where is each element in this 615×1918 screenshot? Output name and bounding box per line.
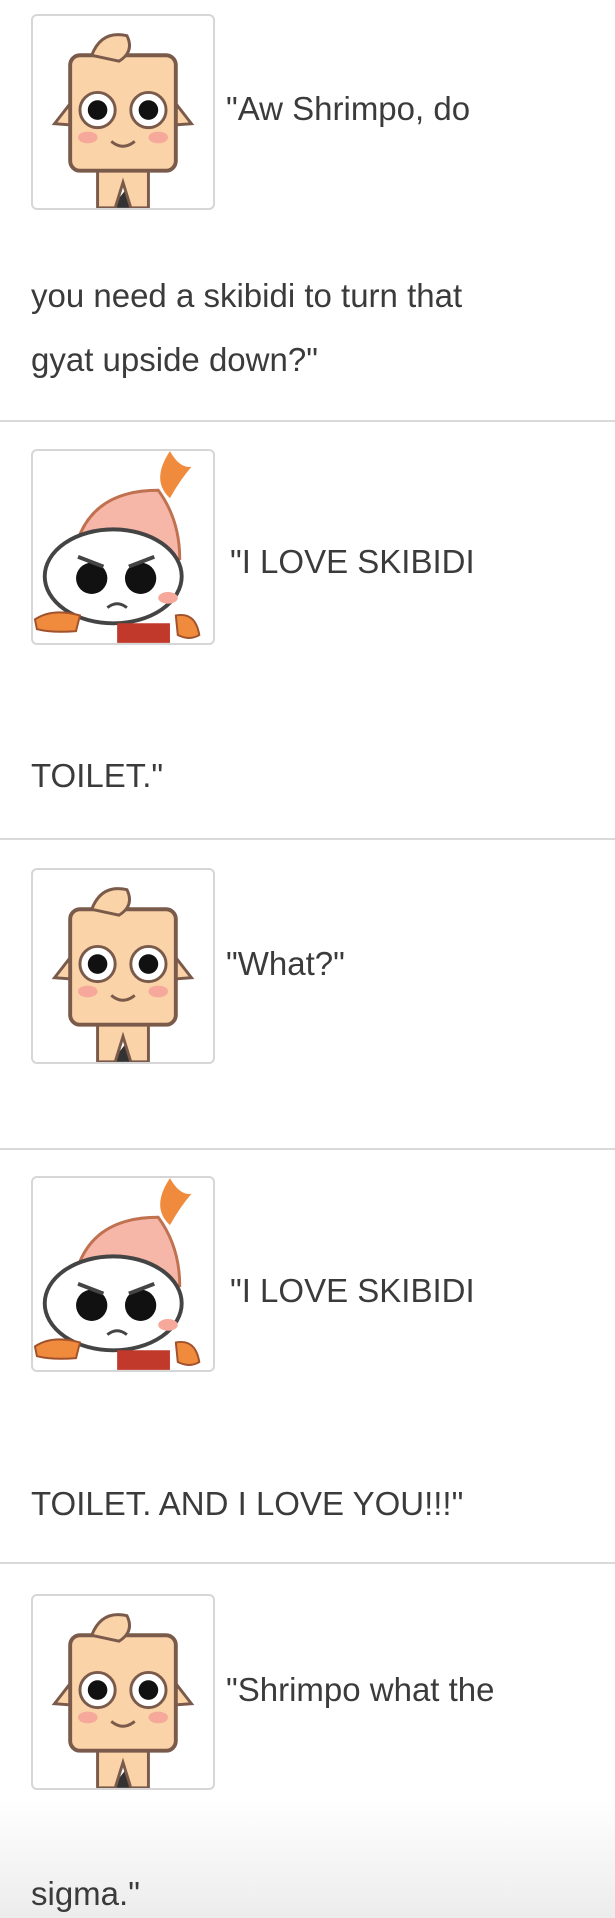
dialogue-entry: "What?" <box>0 840 615 1148</box>
cube-character-avatar <box>31 868 215 1064</box>
dialogue-line-3: gyat upside down?" <box>31 341 318 378</box>
dialogue-line-1: "I LOVE SKIBIDI <box>230 1272 475 1309</box>
cube-character-icon <box>51 887 195 1062</box>
cube-character-icon <box>51 1613 195 1788</box>
dialogue-entry: "Shrimpo what the sigma." <box>0 1564 615 1918</box>
shrimp-character-icon <box>33 451 201 643</box>
dialogue-line-2: TOILET." <box>31 757 164 794</box>
dialogue-line-2: you need a skibidi to turn that <box>31 277 463 314</box>
dialogue-entry: "Aw Shrimpo, do you need a skibidi to tu… <box>0 0 615 420</box>
dialogue-line-2: TOILET. AND I LOVE YOU!!!" <box>31 1485 464 1522</box>
dialogue-line-1: "I LOVE SKIBIDI <box>230 543 475 580</box>
cube-character-avatar <box>31 14 215 210</box>
dialogue-entry: "I LOVE SKIBIDI TOILET." <box>0 422 615 838</box>
dialogue-line-1: "What?" <box>226 945 345 982</box>
cube-character-icon <box>51 33 195 208</box>
cube-character-avatar <box>31 1594 215 1790</box>
shrimp-character-avatar <box>31 449 215 645</box>
dialogue-entry: "I LOVE SKIBIDI TOILET. AND I LOVE YOU!!… <box>0 1150 615 1562</box>
dialogue-line-1: "Shrimpo what the <box>226 1671 495 1708</box>
dialogue-line-1: "Aw Shrimpo, do <box>226 90 471 127</box>
shrimp-character-icon <box>33 1178 201 1370</box>
shrimp-character-avatar <box>31 1176 215 1372</box>
dialogue-line-2: sigma." <box>31 1875 140 1912</box>
